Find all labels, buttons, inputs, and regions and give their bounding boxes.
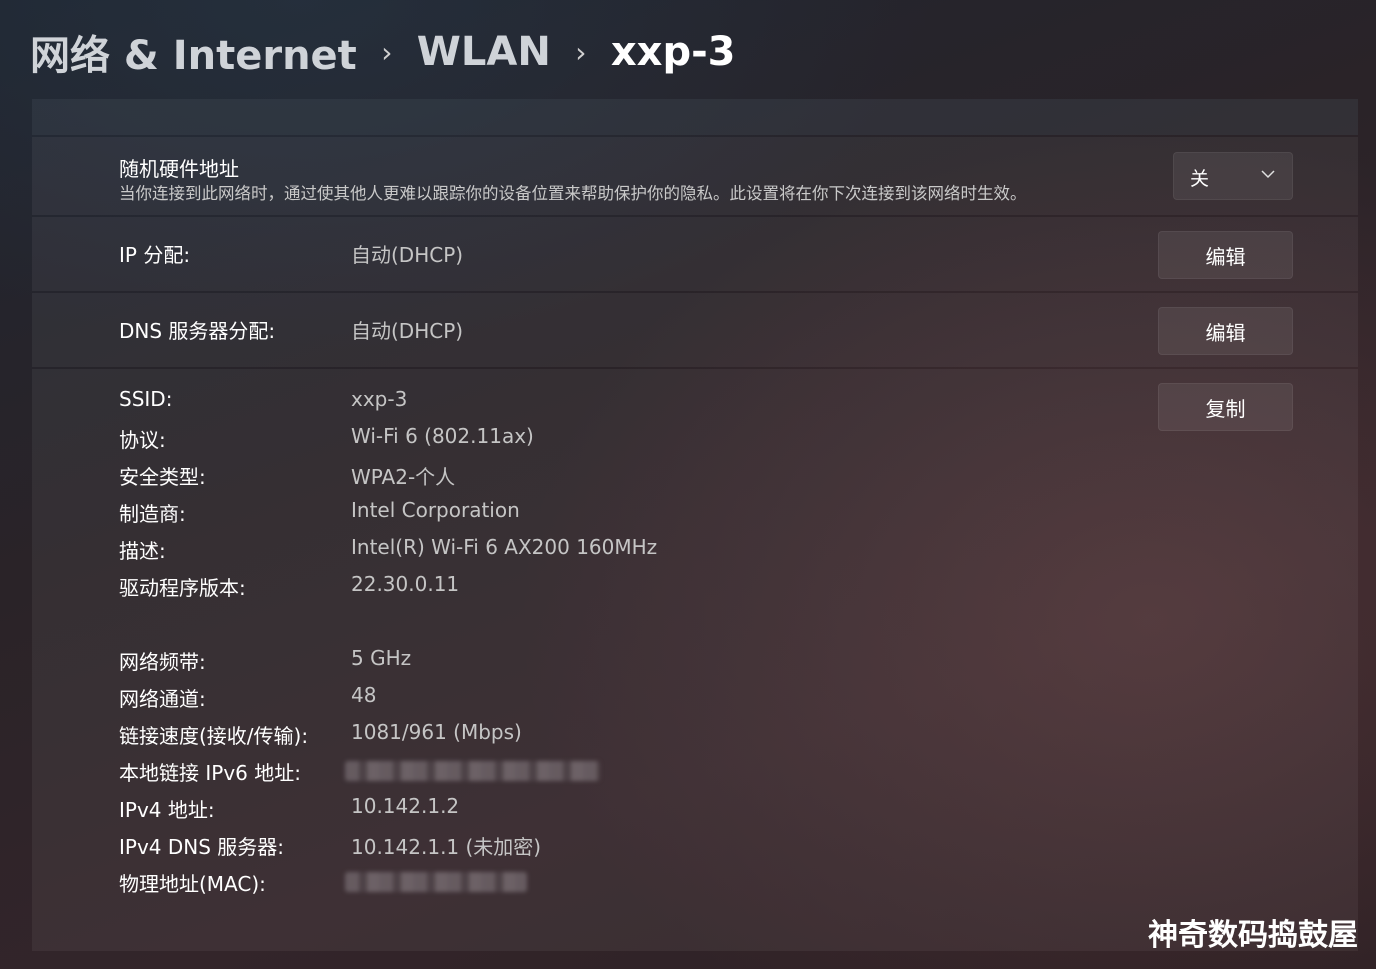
random-mac-card: 随机硬件地址 当你连接到此网络时，通过使其他人更难以跟踪你的设备位置来帮助保护你…	[32, 137, 1358, 215]
description-label: 描述:	[119, 539, 166, 563]
ipv6-address-label: 本地链接 IPv6 地址:	[119, 761, 301, 785]
ssid-value: xxp-3	[351, 387, 408, 411]
watermark: 神奇数码捣鼓屋	[1148, 918, 1358, 953]
ip-assignment-label: IP 分配:	[119, 243, 191, 267]
ipv4-dns-value: 10.142.1.1 (未加密)	[351, 835, 542, 859]
random-mac-description: 当你连接到此网络时，通过使其他人更难以跟踪你的设备位置来帮助保护你的隐私。此设置…	[119, 184, 1027, 203]
manufacturer-value: Intel Corporation	[351, 498, 520, 522]
network-band-label: 网络频带:	[119, 650, 206, 674]
edit-ip-button[interactable]: 编辑	[1158, 231, 1293, 279]
ipv4-address-label: IPv4 地址:	[119, 798, 215, 822]
top-strip	[32, 99, 1358, 135]
driver-version-value: 22.30.0.11	[351, 572, 460, 596]
dns-assignment-card: DNS 服务器分配: 自动(DHCP) 编辑	[32, 293, 1358, 367]
network-channel-label: 网络通道:	[119, 687, 206, 711]
mac-address-redacted	[345, 872, 527, 892]
breadcrumb-separator: ›	[575, 35, 587, 69]
link-speed-label: 链接速度(接收/传输):	[119, 724, 309, 748]
network-properties-panel: 随机硬件地址 当你连接到此网络时，通过使其他人更难以跟踪你的设备位置来帮助保护你…	[32, 99, 1358, 951]
breadcrumb-network-internet[interactable]: 网络 & Internet	[30, 23, 357, 81]
network-channel-value: 48	[351, 683, 377, 707]
ip-assignment-value: 自动(DHCP)	[351, 243, 464, 267]
driver-version-label: 驱动程序版本:	[119, 576, 246, 600]
edit-dns-button[interactable]: 编辑	[1158, 307, 1293, 355]
ip-assignment-card: IP 分配: 自动(DHCP) 编辑	[32, 217, 1358, 291]
breadcrumb-wlan[interactable]: WLAN	[417, 29, 551, 75]
copy-button[interactable]: 复制	[1158, 383, 1293, 431]
properties-card: 复制 SSID: xxp-3 协议: Wi-Fi 6 (802.11ax) 安全…	[32, 369, 1358, 951]
network-band-value: 5 GHz	[351, 646, 412, 670]
random-mac-dropdown[interactable]: 关	[1173, 152, 1293, 200]
breadcrumb: 网络 & Internet › WLAN › xxp-3	[30, 24, 736, 80]
security-type-label: 安全类型:	[119, 465, 206, 489]
security-type-value: WPA2-个人	[351, 465, 456, 489]
random-mac-dropdown-value: 关	[1190, 168, 1210, 190]
protocol-label: 协议:	[119, 428, 166, 452]
link-speed-value: 1081/961 (Mbps)	[351, 720, 522, 744]
page-title: xxp-3	[610, 29, 736, 75]
description-value: Intel(R) Wi-Fi 6 AX200 160MHz	[351, 535, 658, 559]
ipv6-address-redacted	[345, 761, 600, 781]
ipv4-address-value: 10.142.1.2	[351, 794, 460, 818]
ipv4-dns-label: IPv4 DNS 服务器:	[119, 835, 285, 859]
dns-assignment-value: 自动(DHCP)	[351, 319, 464, 343]
dns-assignment-label: DNS 服务器分配:	[119, 319, 276, 343]
ssid-label: SSID:	[119, 387, 173, 411]
random-mac-title: 随机硬件地址	[119, 157, 239, 181]
manufacturer-label: 制造商:	[119, 502, 186, 526]
mac-address-label: 物理地址(MAC):	[119, 872, 266, 896]
breadcrumb-separator: ›	[381, 35, 393, 69]
protocol-value: Wi-Fi 6 (802.11ax)	[351, 424, 534, 448]
chevron-down-icon	[1260, 166, 1276, 186]
